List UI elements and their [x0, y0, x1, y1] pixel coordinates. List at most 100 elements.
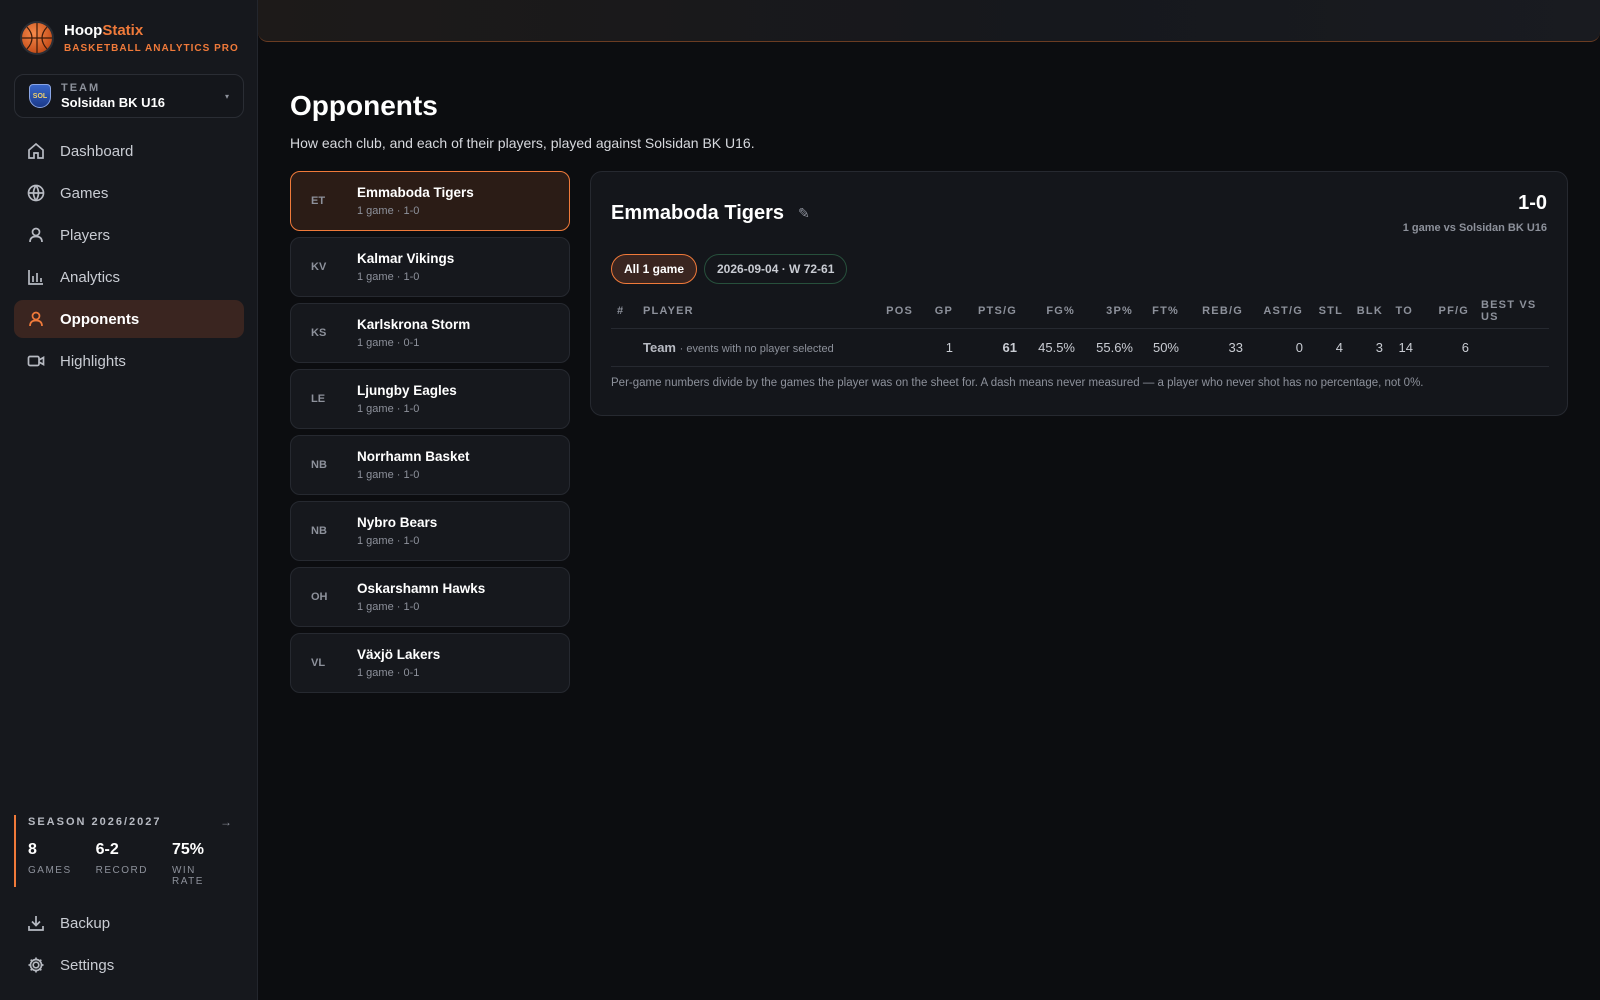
brand-subtitle: BASKETBALL ANALYTICS PRO [64, 43, 239, 54]
opponent-detail-panel: Emmaboda Tigers ✎ 1-0 1 game vs Solsidan… [590, 171, 1568, 416]
team-selector[interactable]: SOL TEAM Solsidan BK U16 ▾ [14, 74, 244, 118]
opponent-card[interactable]: LE Ljungby Eagles 1 game · 1-0 [290, 369, 570, 429]
opponent-card[interactable]: OH Oskarshamn Hawks 1 game · 1-0 [290, 567, 570, 627]
opponent-name: Växjö Lakers [357, 647, 441, 662]
user-icon [26, 309, 46, 329]
sidebar: HoopStatix BASKETBALL ANALYTICS PRO SOL … [0, 0, 258, 1000]
bottom-nav: Backup Settings [14, 904, 244, 988]
season-win-rate: 75% WIN RATE [172, 841, 220, 887]
edit-icon[interactable]: ✎ [798, 205, 810, 222]
col-ft[interactable]: FT% [1139, 294, 1185, 329]
opponent-abbr: VL [311, 657, 326, 669]
opponent-card[interactable]: VL Växjö Lakers 1 game · 0-1 [290, 633, 570, 693]
cell-number [611, 328, 637, 367]
col-to[interactable]: TO [1389, 294, 1419, 329]
opponent-abbr: LE [311, 393, 326, 405]
col-pf[interactable]: PF/G [1419, 294, 1475, 329]
globe-icon [26, 183, 46, 203]
col-stl[interactable]: STL [1309, 294, 1349, 329]
col-player[interactable]: PLAYER [637, 294, 867, 329]
arrow-right-icon[interactable]: → [220, 815, 232, 829]
opponent-name: Norrhamn Basket [357, 449, 470, 464]
col-pts[interactable]: PTS/G [959, 294, 1023, 329]
cell-gp: 1 [919, 328, 959, 367]
opponent-abbr: OH [311, 591, 328, 603]
col-gp[interactable]: GP [919, 294, 959, 329]
opponent-name: Karlskrona Storm [357, 317, 471, 332]
col-number[interactable]: # [611, 294, 637, 329]
col-3p[interactable]: 3P% [1081, 294, 1139, 329]
opponent-meta: 1 game · 1-0 [357, 469, 420, 481]
nav-label-players: Players [60, 226, 111, 244]
cell-player-name: Team [643, 339, 676, 355]
nav-item-dashboard[interactable]: Dashboard [14, 132, 244, 170]
main-nav: Dashboard Games Players Analytics Oppone… [14, 132, 244, 384]
season-title: SEASON 2026/2027 [28, 816, 162, 828]
nav-item-opponents[interactable]: Opponents [14, 300, 244, 338]
nav-label-dashboard: Dashboard [60, 142, 134, 160]
table-header-row: # PLAYER POS GP PTS/G FG% 3P% FT% REB/G … [611, 294, 1549, 329]
opponent-meta: 1 game · 1-0 [357, 403, 420, 415]
team-name: Solsidan BK U16 [61, 95, 166, 110]
opponent-card[interactable]: KS Karlskrona Storm 1 game · 0-1 [290, 303, 570, 363]
opponent-abbr: NB [311, 459, 327, 471]
filter-chip-all-games[interactable]: All 1 game [611, 254, 698, 284]
season-win-rate-label: WIN RATE [171, 865, 204, 887]
opponent-meta: 1 game · 1-0 [357, 601, 420, 613]
opponent-card[interactable]: KV Kalmar Vikings 1 game · 1-0 [290, 237, 570, 297]
cell-pos [867, 328, 919, 367]
nav-item-settings[interactable]: Settings [14, 946, 244, 984]
team-label: TEAM [61, 82, 101, 94]
opponent-abbr: KS [311, 327, 327, 339]
opponent-name: Oskarshamn Hawks [357, 581, 486, 596]
user-icon [26, 225, 46, 245]
opponent-card[interactable]: ET Emmaboda Tigers 1 game · 1-0 [290, 171, 570, 231]
col-reb[interactable]: REB/G [1185, 294, 1249, 329]
cell-reb: 33 [1185, 328, 1249, 367]
team-crest-icon: SOL [29, 84, 51, 108]
video-icon [26, 351, 46, 371]
opponent-abbr: KV [311, 261, 327, 273]
cell-pts: 61 [959, 328, 1023, 367]
cell-best [1475, 328, 1549, 367]
opponent-list: ET Emmaboda Tigers 1 game · 1-0 KV Kalmar… [290, 171, 570, 699]
cell-player-note: · events with no player selected [679, 342, 834, 355]
opponent-card[interactable]: NB Nybro Bears 1 game · 1-0 [290, 501, 570, 561]
table-row[interactable]: Team · events with no player selected 1 … [611, 328, 1549, 367]
chevron-down-icon: ▾ [224, 92, 229, 101]
opponent-meta: 1 game · 0-1 [357, 667, 420, 679]
nav-label-highlights: Highlights [60, 352, 126, 370]
cell-to: 14 [1389, 328, 1419, 367]
col-pos[interactable]: POS [867, 294, 919, 329]
opponent-record-subtitle: 1 game vs Solsidan BK U16 [1402, 222, 1547, 234]
season-games-value: 8 [28, 841, 37, 858]
nav-item-games[interactable]: Games [14, 174, 244, 212]
nav-item-backup[interactable]: Backup [14, 904, 244, 942]
col-blk[interactable]: BLK [1349, 294, 1389, 329]
opponent-card[interactable]: NB Norrhamn Basket 1 game · 1-0 [290, 435, 570, 495]
opponent-name: Nybro Bears [357, 515, 438, 530]
nav-item-highlights[interactable]: Highlights [14, 342, 244, 380]
nav-label-backup: Backup [60, 914, 111, 932]
bar-chart-icon [26, 267, 46, 287]
cell-player: Team · events with no player selected [637, 328, 867, 367]
player-stats-table: # PLAYER POS GP PTS/G FG% 3P% FT% REB/G … [611, 294, 1549, 367]
cell-pf: 6 [1419, 328, 1475, 367]
nav-item-players[interactable]: Players [14, 216, 244, 254]
nav-item-analytics[interactable]: Analytics [14, 258, 244, 296]
col-best[interactable]: BEST VS US [1475, 294, 1549, 329]
opponent-meta: 1 game · 1-0 [357, 271, 420, 283]
cell-stl: 4 [1309, 328, 1349, 367]
filter-chip-game[interactable]: 2026-09-04 · W 72-61 [704, 254, 848, 284]
opponent-record: 1-0 [1518, 192, 1547, 214]
brand[interactable]: HoopStatix BASKETBALL ANALYTICS PRO [20, 21, 239, 55]
col-ast[interactable]: AST/G [1249, 294, 1309, 329]
season-games: 8 GAMES [28, 841, 72, 887]
page-subtitle: How each club, and each of their players… [290, 135, 755, 151]
opponent-meta: 1 game · 0-1 [357, 337, 420, 349]
home-icon [26, 141, 46, 161]
basketball-logo-icon [20, 21, 54, 55]
col-fg[interactable]: FG% [1023, 294, 1081, 329]
season-record-label: RECORD [95, 865, 148, 876]
page-title: Opponents [290, 90, 438, 121]
